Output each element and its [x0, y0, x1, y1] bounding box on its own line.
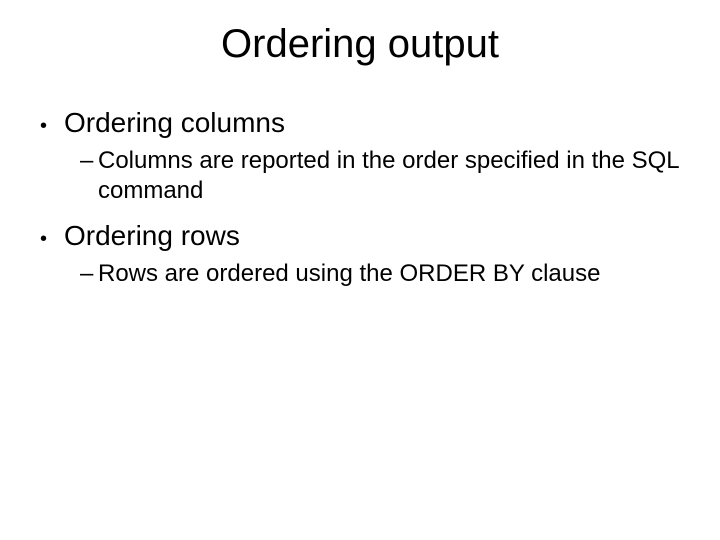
slide: Ordering output • Ordering columns – Col… — [0, 0, 720, 540]
sub-bullet-text: Columns are reported in the order specif… — [98, 146, 690, 206]
bullet-row: • Ordering columns — [40, 107, 690, 140]
bullet-row: • Ordering rows — [40, 220, 690, 253]
sub-bullet-item: – Rows are ordered using the ORDER BY cl… — [80, 259, 690, 289]
bullet-list: • Ordering columns – Columns are reporte… — [0, 107, 720, 289]
slide-title: Ordering output — [0, 22, 720, 67]
dash-icon: – — [80, 146, 98, 176]
sub-bullet-list: – Rows are ordered using the ORDER BY cl… — [40, 259, 690, 289]
sub-bullet-list: – Columns are reported in the order spec… — [40, 146, 690, 206]
sub-bullet-item: – Columns are reported in the order spec… — [80, 146, 690, 206]
bullet-dot-icon: • — [40, 112, 64, 140]
bullet-dot-icon: • — [40, 225, 64, 253]
dash-icon: – — [80, 259, 98, 289]
sub-bullet-text: Rows are ordered using the ORDER BY clau… — [98, 259, 690, 289]
bullet-item: • Ordering rows – Rows are ordered using… — [40, 220, 690, 289]
bullet-item: • Ordering columns – Columns are reporte… — [40, 107, 690, 206]
bullet-text: Ordering rows — [64, 220, 690, 252]
bullet-text: Ordering columns — [64, 107, 690, 139]
